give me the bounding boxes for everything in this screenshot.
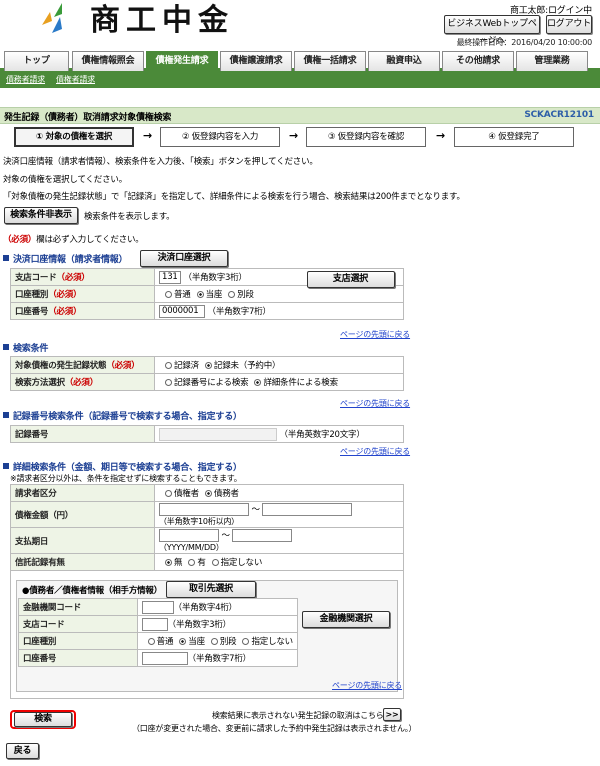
- business-web-top-button[interactable]: ビジネスWebトップページへ: [444, 15, 540, 46]
- search-button[interactable]: 検索: [14, 712, 72, 727]
- radio-icon[interactable]: [165, 490, 172, 497]
- radio-icon[interactable]: [188, 559, 196, 566]
- account-number-label: 口座番号（必須）: [10, 302, 155, 320]
- record-status-label: 対象債権の発生記録状態（必須）: [10, 356, 155, 374]
- step-arrow-icon: →: [143, 129, 153, 142]
- radio-icon[interactable]: [204, 490, 212, 497]
- radio-icon[interactable]: [242, 638, 250, 645]
- due-date-to-input[interactable]: [232, 528, 293, 542]
- section-search-conditions: 検索条件: [3, 341, 48, 354]
- due-date-from-input[interactable]: [159, 528, 219, 542]
- radio-icon[interactable]: [196, 291, 204, 298]
- cp-branch-code-label: 支店コード: [18, 615, 138, 633]
- search-method-label: 検索方法選択（必須）: [10, 373, 155, 391]
- radio-icon[interactable]: [179, 638, 187, 645]
- radio-icon[interactable]: [165, 559, 172, 566]
- step-2: ② 仮登録内容を入力: [160, 127, 280, 147]
- bank-code-input[interactable]: [141, 600, 174, 614]
- tab-claim-info[interactable]: 債権情報照会: [72, 51, 144, 71]
- main-tabs: トップ 債権情報照会 債権発生請求 債権譲渡請求 債権一括請求 融資申込 その他…: [0, 51, 600, 71]
- search-conditions-table: 対象債権の発生記録状態（必須） 記録済 記録未（予約中） 検索方法選択（必須） 記…: [10, 356, 404, 391]
- branch-code-label: 支店コード（必須）: [10, 268, 155, 286]
- select-branch-button[interactable]: 支店選択: [306, 270, 395, 288]
- account-number-input[interactable]: 0000001: [159, 304, 205, 318]
- cp-branch-code-input[interactable]: [141, 617, 168, 631]
- step-arrow-icon: →: [289, 129, 299, 142]
- record-number-input[interactable]: [159, 427, 277, 441]
- record-number-label: 記録番号: [10, 425, 155, 443]
- cp-account-type-label: 口座種別: [18, 632, 138, 650]
- amount-label: 債権金額（円）: [10, 501, 155, 528]
- next-link-button[interactable]: >>: [383, 708, 401, 721]
- requester-type-label: 請求者区分: [10, 484, 155, 502]
- tab-claim-issue[interactable]: 債権発生請求: [146, 51, 218, 71]
- cp-account-number-input[interactable]: [141, 651, 188, 665]
- intro-line-3: 「対象債権の発生記録状態」で「記録済」を指定して、詳細条件による検索を行う場合、…: [3, 192, 465, 202]
- section-detail-conditions: 詳細検索条件（金額、期日等で検索する場合、指定する）: [3, 460, 242, 473]
- logout-button[interactable]: ログアウト: [546, 15, 592, 34]
- radio-icon[interactable]: [210, 638, 218, 645]
- tab-top[interactable]: トップ: [4, 51, 69, 71]
- branch-code-input[interactable]: 131: [159, 270, 181, 284]
- page-top-link[interactable]: ページの先頭に戻る: [340, 446, 410, 457]
- account-type-label: 口座種別（必須）: [10, 285, 155, 303]
- step-4: ④ 仮登録完了: [454, 127, 574, 147]
- section-record-number: 記録番号検索条件（記録番号で検索する場合、指定する）: [3, 409, 242, 422]
- sub-nav: 債務者請求 債権者請求: [0, 71, 600, 88]
- cp-account-number-label: 口座番号: [18, 649, 138, 667]
- radio-icon[interactable]: [204, 362, 212, 369]
- page-title: 発生記録（債務者）取消請求対象債権検索: [4, 113, 172, 123]
- select-settlement-account-button[interactable]: 決済口座選択: [140, 250, 228, 267]
- radio-icon[interactable]: [147, 638, 155, 645]
- radio-icon[interactable]: [211, 559, 219, 566]
- radio-icon[interactable]: [254, 379, 262, 386]
- counterparty-table: 金融機関コード （半角数字4桁） 支店コード （半角数字3桁） 口座種別 普通 当座 別段…: [18, 598, 299, 667]
- footer-note-1: 検索結果に表示されない発生記録の取消はこちらから: [212, 711, 400, 720]
- footer-note-2: （口座が変更された場合、変更前に請求した予約中発生記録は表示されません。）: [132, 724, 417, 733]
- tab-loan[interactable]: 融資申込: [368, 51, 440, 71]
- subnav-creditor[interactable]: 債権者請求: [56, 74, 95, 85]
- radio-icon[interactable]: [228, 291, 236, 298]
- due-date-label: 支払期日: [10, 527, 155, 554]
- subnav-debtor[interactable]: 債務者請求: [6, 74, 45, 85]
- last-operation-time: 最終操作日時：2016/04/20 10:00:00: [456, 38, 593, 47]
- counterparty-title: ●債務者／債権者情報（相手方情報）: [22, 586, 163, 596]
- select-partner-button[interactable]: 取引先選択: [166, 581, 256, 598]
- trust-record-label: 信託記録有無: [10, 553, 155, 571]
- detail-note: ※請求者区分以外は、条件を指定せずに検索することもできます。: [10, 474, 242, 483]
- record-number-table: 記録番号 （半角英数字20文字）: [10, 425, 404, 443]
- step-1: ① 対象の債権を選択: [14, 127, 134, 147]
- tab-other[interactable]: その他請求: [442, 51, 514, 71]
- intro-line-1: 決済口座情報（請求者情報）、検索条件を入力後、「検索」ボタンを押してください。: [3, 157, 318, 167]
- tab-admin[interactable]: 管理業務: [516, 51, 588, 71]
- page-top-link[interactable]: ページの先頭に戻る: [340, 329, 410, 340]
- step-arrow-icon: →: [436, 129, 446, 142]
- radio-icon[interactable]: [165, 362, 172, 369]
- toggle-conditions-button[interactable]: 検索条件非表示: [4, 207, 78, 224]
- page-top-link[interactable]: ページの先頭に戻る: [332, 680, 402, 691]
- radio-icon[interactable]: [165, 379, 172, 386]
- logo-icon: [42, 3, 62, 33]
- step-3: ③ 仮登録内容を確認: [306, 127, 426, 147]
- back-button[interactable]: 戻る: [6, 743, 39, 759]
- settlement-account-table: 支店コード（必須） 131 （半角数字3桁） 支店選択 口座種別（必須） 普通当…: [10, 268, 404, 320]
- bank-code-label: 金融機関コード: [18, 598, 138, 616]
- required-note: （必須）欄は必ず入力してください。: [3, 235, 144, 245]
- page-top-link[interactable]: ページの先頭に戻る: [340, 398, 410, 409]
- select-bank-button[interactable]: 金融機関選択: [302, 611, 390, 628]
- section-settlement-account: 決済口座情報（請求者情報）: [3, 252, 128, 265]
- account-type-radios: 普通 当座 別段: [154, 285, 404, 303]
- toggle-note: 検索条件を表示します。: [84, 212, 175, 222]
- tab-claim-bulk[interactable]: 債権一括請求: [294, 51, 366, 71]
- amount-min-input[interactable]: [159, 502, 249, 516]
- intro-line-2: 対象の債権を選択してください。: [3, 175, 127, 185]
- radio-icon[interactable]: [165, 291, 172, 298]
- amount-max-input[interactable]: [262, 502, 353, 516]
- screen-code: SCKACR12101: [524, 110, 594, 120]
- logo-text: 商工中金: [90, 3, 234, 38]
- tab-claim-transfer[interactable]: 債権譲渡請求: [220, 51, 292, 71]
- page-header: 発生記録（債務者）取消請求対象債権検索 SCKACR12101: [0, 107, 600, 124]
